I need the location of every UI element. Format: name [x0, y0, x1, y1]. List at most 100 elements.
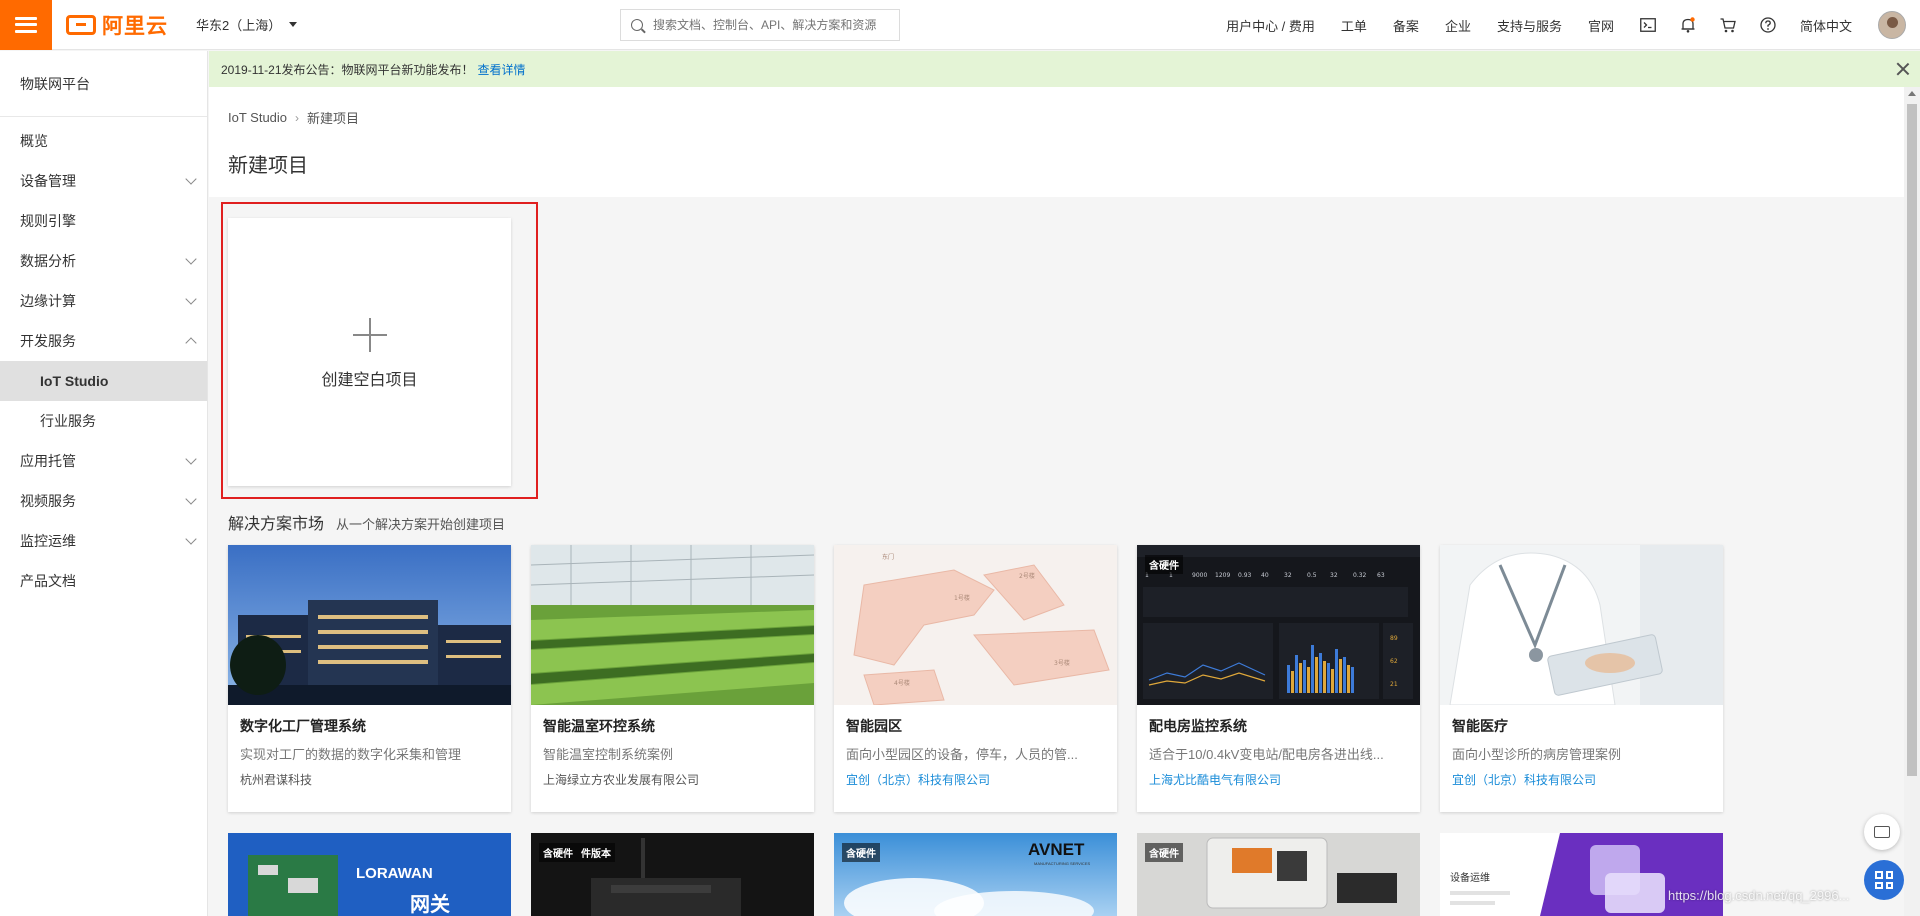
- hardware-badge: 含硬件: [842, 843, 880, 862]
- notice-text: 2019-11-21发布公告：物联网平台新功能发布！: [221, 62, 474, 77]
- nav-enterprise[interactable]: 企业: [1445, 16, 1471, 35]
- sidebar-item-label: 开发服务: [20, 333, 76, 349]
- logo[interactable]: 阿里云: [66, 10, 168, 40]
- solution-market-subtitle: 从一个解决方案开始创建项目: [336, 517, 506, 532]
- hardware-badge: 含硬件: [1145, 555, 1183, 574]
- feedback-button[interactable]: [1864, 814, 1900, 850]
- card-vendor[interactable]: 上海尤比酷电气有限公司: [1149, 771, 1281, 788]
- create-blank-project-label: 创建空白项目: [321, 372, 418, 389]
- sidebar-title: 物联网平台: [0, 51, 207, 117]
- language-switcher[interactable]: 简体中文: [1800, 16, 1852, 35]
- sidebar-item-device-management[interactable]: 设备管理: [0, 161, 207, 201]
- device-ops-image: 设备运维: [1440, 833, 1723, 916]
- solution-card-sensor-kit[interactable]: 含硬件: [1137, 833, 1420, 916]
- nav-user-center[interactable]: 用户中心 / 费用: [1226, 16, 1315, 35]
- sidebar-item-overview[interactable]: 概览: [0, 121, 207, 161]
- scrollbar-thumb[interactable]: [1907, 104, 1917, 776]
- device-ops-text: 设备运维: [1450, 871, 1490, 884]
- sidebar-item-monitoring[interactable]: 监控运维: [0, 521, 207, 561]
- solution-card-avnet[interactable]: AVNET MANUFACTURING SERVICES 含硬件: [834, 833, 1117, 916]
- aliyun-logo-icon: [66, 14, 96, 35]
- sidebar-item-industry-services[interactable]: 行业服务: [0, 401, 207, 441]
- notice-banner: 2019-11-21发布公告：物联网平台新功能发布！ 查看详情: [209, 51, 1920, 87]
- nav-tickets[interactable]: 工单: [1341, 16, 1367, 35]
- sidebar-item-edge-computing[interactable]: 边缘计算: [0, 281, 207, 321]
- card-description: 智能温室控制系统案例: [543, 747, 674, 762]
- hamburger-icon: [15, 16, 37, 33]
- solution-card-gateway-hardware[interactable]: 含硬件 件版本: [531, 833, 814, 916]
- scrollbar[interactable]: [1904, 87, 1920, 916]
- stat-value: 21: [1390, 681, 1398, 688]
- menu-button[interactable]: [0, 0, 52, 50]
- sidebar-item-iot-studio[interactable]: IoT Studio: [0, 361, 207, 401]
- sidebar-item-data-analysis[interactable]: 数据分析: [0, 241, 207, 281]
- sidebar-item-label: 监控运维: [20, 533, 76, 549]
- map-label: 1号楼: [954, 594, 970, 602]
- stat-value: 63: [1377, 572, 1385, 579]
- avatar[interactable]: [1878, 11, 1906, 39]
- stat-value: 1209: [1215, 572, 1230, 579]
- solution-market-header: 解决方案市场 从一个解决方案开始创建项目: [228, 510, 505, 534]
- solution-card-lorawan[interactable]: LORAWAN 网关: [228, 833, 511, 916]
- region-label: 华东2（上海）: [196, 18, 282, 33]
- cart-icon[interactable]: [1720, 17, 1736, 33]
- greenhouse-image: [531, 545, 814, 705]
- hardware-badge: 含硬件: [539, 843, 577, 862]
- bell-icon[interactable]: [1680, 17, 1696, 33]
- map-label: 3号楼: [1054, 659, 1070, 667]
- sidebar-item-rule-engine[interactable]: 规则引擎: [0, 201, 207, 241]
- solution-card-power-room[interactable]: 1 1 9000 1209 0.93 40 32 0.5 32 0.32 63: [1137, 545, 1420, 812]
- sidebar-item-dev-services[interactable]: 开发服务: [0, 321, 207, 361]
- solution-card-medical[interactable]: 智能医疗 面向小型诊所的病房管理案例 宜创（北京）科技有限公司: [1440, 545, 1723, 812]
- stat-value: 62: [1390, 658, 1398, 665]
- apps-button[interactable]: [1864, 860, 1904, 900]
- stat-value: 0.5: [1307, 572, 1317, 579]
- card-vendor[interactable]: 宜创（北京）科技有限公司: [1452, 771, 1596, 788]
- sidebar-item-label: 边缘计算: [20, 293, 76, 309]
- card-title: 数字化工厂管理系统: [240, 718, 366, 734]
- solution-card-smart-park[interactable]: 东门 2号楼 1号楼 3号楼 4号楼 智能园区 面向小型园区的设备，停车，人员的…: [834, 545, 1117, 812]
- smart-park-map-image: 东门 2号楼 1号楼 3号楼 4号楼: [834, 545, 1117, 705]
- search-input[interactable]: [653, 18, 893, 32]
- close-icon[interactable]: [1896, 62, 1910, 76]
- breadcrumb-iot-studio[interactable]: IoT Studio: [228, 110, 287, 125]
- breadcrumb-current: 新建项目: [307, 111, 360, 126]
- breadcrumb: IoT Studio › 新建项目: [228, 108, 359, 127]
- create-blank-project-card[interactable]: 创建空白项目: [228, 218, 511, 486]
- sidebar-item-video-services[interactable]: 视频服务: [0, 481, 207, 521]
- nav-icp[interactable]: 备案: [1393, 16, 1419, 35]
- nav-support[interactable]: 支持与服务: [1497, 16, 1562, 35]
- card-title: 智能医疗: [1452, 718, 1508, 734]
- stat-value: 32: [1330, 572, 1338, 579]
- sidebar-item-label: 应用托管: [20, 453, 76, 469]
- version-badge: 件版本: [577, 843, 615, 862]
- solution-card-factory[interactable]: 数字化工厂管理系统 实现对工厂的数据的数字化采集和管理 杭州君谋科技: [228, 545, 511, 812]
- lorawan-image: LORAWAN 网关: [228, 833, 511, 916]
- sidebar-item-docs[interactable]: 产品文档: [0, 561, 207, 601]
- sidebar-item-label: 数据分析: [20, 253, 76, 269]
- scroll-up-icon[interactable]: [1908, 91, 1916, 96]
- lorawan-text: LORAWAN: [356, 865, 433, 882]
- terminal-icon[interactable]: [1640, 17, 1656, 33]
- stat-value: 32: [1284, 572, 1292, 579]
- chevron-down-icon: [185, 253, 197, 265]
- nav-official-site[interactable]: 官网: [1588, 16, 1614, 35]
- plus-icon: [353, 318, 387, 352]
- notice-link[interactable]: 查看详情: [478, 61, 526, 78]
- sidebar-item-label: 概览: [20, 133, 48, 149]
- solution-card-device-ops[interactable]: 设备运维: [1440, 833, 1723, 916]
- page-title: 新建项目: [228, 155, 308, 177]
- solution-card-greenhouse[interactable]: 智能温室环控系统 智能温室控制系统案例 上海绿立方农业发展有限公司: [531, 545, 814, 812]
- top-bar: 阿里云 华东2（上海） 用户中心 / 费用 工单 备案 企业 支持与服务 官网 …: [0, 0, 1920, 50]
- sidebar: 物联网平台 概览 设备管理 规则引擎 数据分析 边缘计算 开发服务 IoT St…: [0, 51, 208, 916]
- region-selector[interactable]: 华东2（上海）: [196, 15, 298, 34]
- sidebar-item-label: 设备管理: [20, 173, 76, 189]
- stat-value: 40: [1261, 572, 1269, 579]
- sidebar-item-app-hosting[interactable]: 应用托管: [0, 441, 207, 481]
- search-box[interactable]: [620, 9, 900, 41]
- card-description: 实现对工厂的数据的数字化采集和管理: [240, 747, 462, 762]
- stat-value: 0.32: [1353, 572, 1367, 579]
- help-icon[interactable]: [1760, 17, 1776, 33]
- search-icon: [631, 19, 643, 31]
- card-vendor[interactable]: 宜创（北京）科技有限公司: [846, 771, 990, 788]
